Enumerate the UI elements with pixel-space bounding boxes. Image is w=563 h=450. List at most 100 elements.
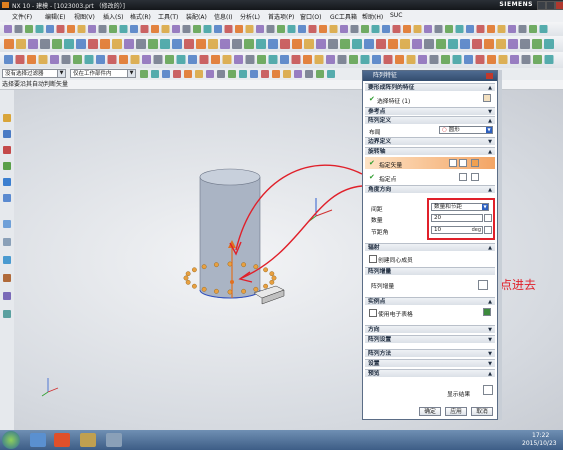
toolbar-tool-icon[interactable] — [130, 25, 138, 33]
specify-vector-row[interactable]: ✔ 指定矢量 — [365, 157, 495, 169]
toolbar-tool-icon[interactable] — [119, 25, 128, 33]
toolbar-tool-icon[interactable] — [294, 70, 302, 78]
menu-analysis[interactable]: 分析(L) — [240, 12, 260, 21]
toolbar-tool-icon[interactable] — [441, 55, 450, 64]
toolbar-tool-icon[interactable] — [268, 55, 278, 64]
toolbar-tool-icon[interactable] — [107, 55, 117, 64]
section-reference-point[interactable]: 参考点 ▼ — [365, 107, 495, 115]
toolbar-tool-icon[interactable] — [228, 70, 236, 78]
point-type-icon[interactable] — [471, 173, 479, 181]
toolbar-tool-icon[interactable] — [372, 55, 381, 64]
toolbar-tool-icon[interactable] — [196, 39, 206, 49]
toolbar-tool-icon[interactable] — [261, 70, 269, 78]
toolbar-tool-icon[interactable] — [349, 55, 358, 64]
section-rotation-axis[interactable]: 旋转轴 ▲ — [365, 147, 495, 155]
toolbar-tool-icon[interactable] — [211, 55, 220, 64]
hd3d-icon[interactable] — [3, 178, 11, 186]
toolbar-tool-icon[interactable] — [182, 25, 191, 33]
toolbar-tool-icon[interactable] — [510, 55, 519, 64]
toolbar-tool-icon[interactable] — [520, 39, 530, 49]
toolbar-tool-icon[interactable] — [208, 39, 218, 49]
toolbar-tool-icon[interactable] — [472, 39, 482, 49]
toolbar-tool-icon[interactable] — [239, 70, 247, 78]
toolbar-tool-icon[interactable] — [291, 55, 301, 64]
spreadsheet-icon[interactable] — [483, 308, 491, 316]
toolbar-tool-icon[interactable] — [256, 25, 264, 33]
toolbar-tool-icon[interactable] — [533, 55, 542, 64]
reverse-direction-icon[interactable] — [449, 159, 457, 167]
taskbar-app-1-icon[interactable] — [30, 433, 46, 447]
toolbar-tool-icon[interactable] — [292, 39, 302, 49]
toolbar-tool-icon[interactable] — [151, 70, 159, 78]
toolbar-tool-icon[interactable] — [434, 25, 443, 33]
toolbar-tool-icon[interactable] — [303, 55, 312, 64]
toolbar-tool-icon[interactable] — [476, 25, 485, 33]
toolbar-tool-icon[interactable] — [162, 70, 170, 78]
toolbar-tool-icon[interactable] — [277, 25, 285, 33]
toolbar-tool-icon[interactable] — [466, 25, 474, 33]
toolbar-tool-icon[interactable] — [484, 39, 494, 49]
toolbar-tool-icon[interactable] — [151, 25, 159, 33]
toolbar-tool-icon[interactable] — [327, 70, 335, 78]
toolbar-tool-icon[interactable] — [498, 55, 508, 64]
toolbar-tool-icon[interactable] — [64, 39, 74, 49]
toolbar-tool-icon[interactable] — [418, 55, 427, 64]
toolbar-tool-icon[interactable] — [232, 39, 242, 49]
menu-file[interactable]: 文件(F) — [12, 12, 32, 21]
system-materials-icon[interactable] — [3, 238, 11, 246]
menu-preferences[interactable]: 首选项(P) — [268, 12, 294, 21]
section-pattern-increment[interactable]: 阵列增量 — [365, 267, 495, 275]
taskbar-app-4-icon[interactable] — [106, 433, 122, 447]
menu-view[interactable]: 视图(V) — [74, 12, 95, 21]
toolbar-tool-icon[interactable] — [161, 25, 170, 33]
toolbar-tool-icon[interactable] — [316, 70, 324, 78]
toolbar-tool-icon[interactable] — [383, 55, 393, 64]
toolbar-tool-icon[interactable] — [464, 55, 473, 64]
toolbar-tool-icon[interactable] — [67, 25, 75, 33]
pitch-angle-menu-icon[interactable] — [484, 226, 492, 234]
toolbar-tool-icon[interactable] — [148, 39, 158, 49]
toolbar-tool-icon[interactable] — [124, 39, 134, 49]
toolbar-tool-icon[interactable] — [98, 25, 107, 33]
toolbar-tool-icon[interactable] — [176, 55, 186, 64]
section-angular-direction[interactable]: 角度方向 ▲ — [365, 185, 495, 193]
toolbar-tool-icon[interactable] — [382, 25, 390, 33]
toolbar-tool-icon[interactable] — [319, 25, 327, 33]
toolbar-tool-icon[interactable] — [283, 70, 291, 78]
manufacturing-wizard-icon[interactable] — [3, 274, 11, 282]
toolbar-tool-icon[interactable] — [35, 25, 44, 33]
toolbar-tool-icon[interactable] — [326, 55, 335, 64]
toolbar-tool-icon[interactable] — [257, 55, 266, 64]
toolbar-tool-icon[interactable] — [222, 55, 232, 64]
toolbar-tool-icon[interactable] — [140, 25, 149, 33]
toolbar-tool-icon[interactable] — [119, 55, 128, 64]
toolbar-tool-icon[interactable] — [392, 25, 401, 33]
toolbar-tool-icon[interactable] — [452, 55, 462, 64]
menu-assemblies[interactable]: 装配(A) — [186, 12, 207, 21]
toolbar-tool-icon[interactable] — [361, 25, 369, 33]
toolbar-tool-icon[interactable] — [61, 55, 71, 64]
toolbar-tool-icon[interactable] — [46, 25, 54, 33]
toolbar-tool-icon[interactable] — [77, 25, 86, 33]
maximize-button[interactable] — [546, 1, 555, 10]
toolbar-tool-icon[interactable] — [56, 25, 65, 33]
toolbar-tool-icon[interactable] — [165, 55, 174, 64]
toolbar-tool-icon[interactable] — [268, 39, 278, 49]
roles-icon[interactable] — [3, 292, 11, 300]
pattern-increment-button[interactable] — [478, 280, 488, 290]
specify-point-label[interactable]: 指定点 — [379, 174, 396, 183]
toolbar-tool-icon[interactable] — [184, 70, 192, 78]
process-studio-icon[interactable] — [3, 256, 11, 264]
toolbar-tool-icon[interactable] — [84, 55, 94, 64]
reuse-library-icon[interactable] — [3, 162, 11, 170]
toolbar-tool-icon[interactable] — [521, 55, 531, 64]
toolbar-tool-icon[interactable] — [142, 55, 151, 64]
toolbar-tool-icon[interactable] — [136, 39, 146, 49]
toolbar-tool-icon[interactable] — [256, 39, 266, 49]
toolbar-tool-icon[interactable] — [193, 25, 201, 33]
section-instance-points[interactable]: 实例点 ▲ — [365, 297, 495, 305]
toolbar-tool-icon[interactable] — [245, 55, 255, 64]
toolbar-tool-icon[interactable] — [88, 39, 98, 49]
toolbar-tool-icon[interactable] — [88, 25, 96, 33]
toolbar-tool-icon[interactable] — [298, 25, 306, 33]
